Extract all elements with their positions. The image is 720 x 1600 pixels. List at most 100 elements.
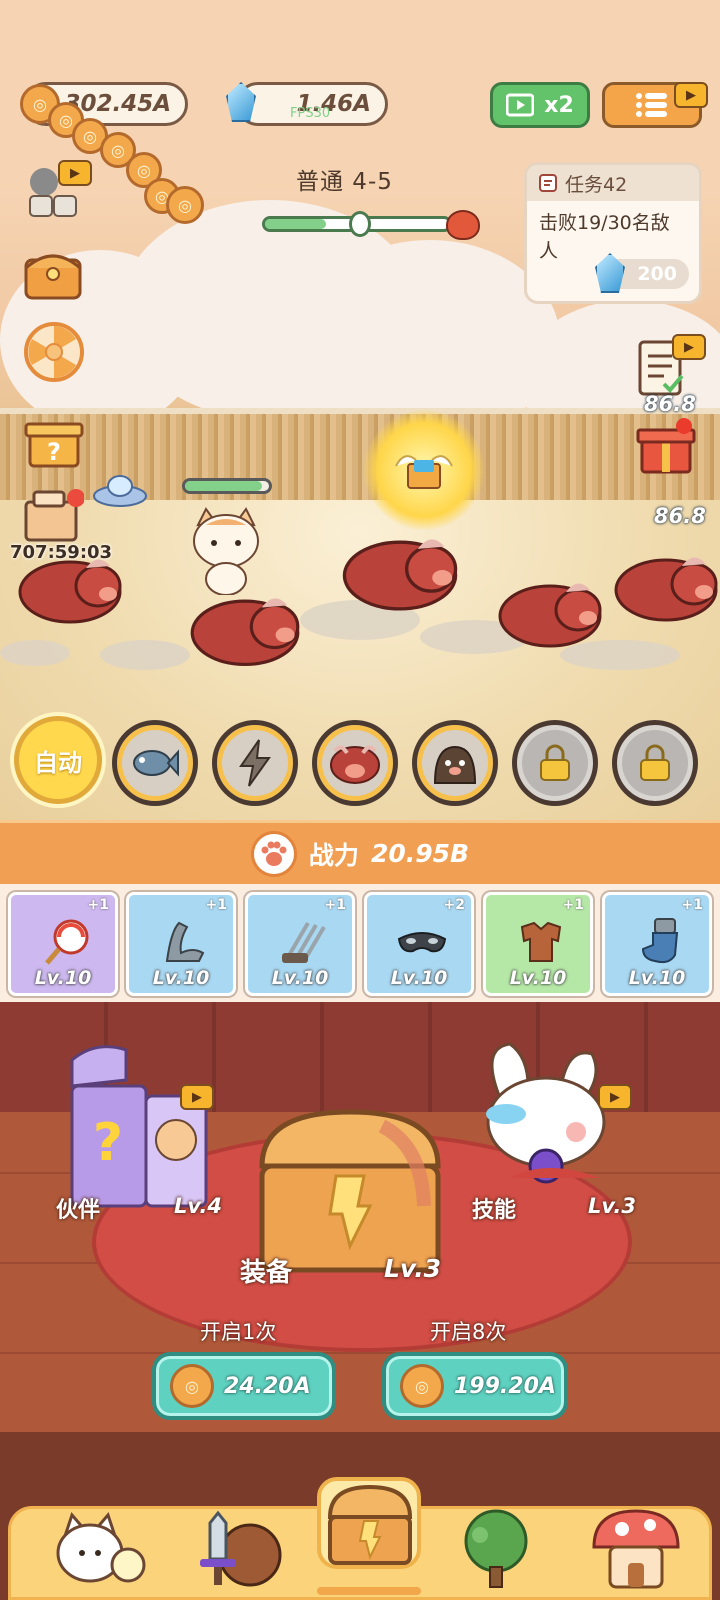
equipment-slot-boomerang[interactable]: +1 Lv.10: [126, 892, 236, 996]
stage-progress-fill: [265, 219, 326, 229]
box-reward-button[interactable]: [22, 488, 85, 548]
armor-icon: [520, 921, 562, 962]
damage-number: 86.8: [654, 504, 706, 528]
nav-tab-battle[interactable]: [181, 1499, 291, 1599]
equipment-plus: +2: [443, 897, 465, 913]
mask-icon: [397, 932, 447, 953]
skill-slot-lightning[interactable]: [212, 720, 298, 806]
skill-slot-mole[interactable]: [412, 720, 498, 806]
boar-summon-icon: [330, 745, 380, 784]
scroll-icon: [539, 174, 557, 192]
gift-box-icon: [636, 418, 696, 474]
task-panel[interactable]: 任务42 击败19/30名敌人 200: [524, 162, 702, 304]
dust-cloud: [0, 640, 70, 666]
open-eight-cost: 199.20A: [454, 1373, 556, 1399]
ad-play-icon: ▶: [598, 1084, 632, 1110]
equipment-plus: +1: [324, 897, 346, 913]
task-header: 任务42: [527, 165, 699, 201]
ufo-icon[interactable]: [92, 472, 148, 508]
gold-coin-icon: ◎: [400, 1364, 444, 1408]
skill-slot-locked[interactable]: [512, 720, 598, 806]
skill-slot-fish[interactable]: [112, 720, 198, 806]
glove-icon: [641, 918, 679, 964]
damage-number: 86.8: [644, 392, 696, 416]
mushroom-house-icon: [592, 1509, 680, 1589]
equipment-plus: +1: [681, 897, 703, 913]
bottom-nav: [0, 1477, 720, 1600]
list-icon: [636, 93, 667, 117]
sword-shield-icon: [200, 1510, 282, 1587]
svg-text:?: ?: [47, 438, 61, 466]
ad-play-icon: ▶: [672, 334, 706, 360]
auto-skill-button[interactable]: 自动: [14, 716, 102, 804]
task-title: 任务42: [565, 173, 628, 196]
hero-health-fill: [185, 481, 263, 491]
equipment-strip: +1 Lv.10 +1 Lv.10 +1 Lv.10 +2 Lv.10 +1 L…: [0, 884, 720, 1002]
nav-tab-tree[interactable]: [441, 1499, 551, 1599]
equipment-level-label: Lv.3: [384, 1254, 442, 1283]
wheel-button[interactable]: [24, 322, 84, 382]
equipment-treasure-chest[interactable]: [252, 1106, 448, 1276]
partner-level: Lv.4: [174, 1194, 222, 1218]
open-once-button[interactable]: ◎ 24.20A: [152, 1352, 336, 1420]
boss-icon: [446, 210, 480, 240]
lock-icon: [640, 744, 670, 781]
nav-active-underline: [317, 1587, 421, 1595]
treasure-chest-shortcut-button[interactable]: [22, 242, 82, 302]
stage-progress-bar: [262, 211, 452, 237]
equipment-level: Lv.10: [509, 967, 567, 989]
gift-button[interactable]: [636, 416, 696, 476]
equipment-slot-armor[interactable]: +1 Lv.10: [483, 892, 593, 996]
ad-play-icon: ▶: [180, 1084, 214, 1110]
enemy-boar: [342, 539, 458, 611]
equipment-plus: +1: [562, 897, 584, 913]
open-eight-button[interactable]: ◎ 199.20A: [382, 1352, 568, 1420]
claw-icon: [282, 921, 326, 963]
enemy-boar: [190, 598, 300, 667]
hero-health-bar: [182, 478, 272, 494]
flying-chest-reward[interactable]: [364, 410, 484, 530]
skill-bunny[interactable]: [470, 1038, 620, 1188]
cardboard-box-icon: [24, 489, 85, 542]
combat-power-label: 战力: [308, 840, 359, 870]
lightning-icon: [239, 739, 271, 787]
speed-x2-button[interactable]: x2: [490, 82, 590, 128]
speed-label: x2: [544, 92, 574, 118]
cat-partners-icon: [56, 1512, 146, 1583]
lucky-wheel-icon: [24, 322, 84, 382]
open-eight-label: 开启8次: [430, 1320, 507, 1344]
equipment-slot-lollipop-wand[interactable]: +1 Lv.10: [8, 892, 118, 996]
floor-line: [0, 1352, 720, 1354]
nav-tab-chest[interactable]: [315, 1475, 425, 1575]
equipment-level: Lv.10: [34, 967, 92, 989]
skill-slot-boar[interactable]: [312, 720, 398, 806]
nav-tab-home[interactable]: [581, 1499, 691, 1599]
nav-tab-partners[interactable]: [45, 1499, 155, 1599]
dust-cloud: [100, 640, 190, 670]
stage-title: 普通 4-5: [296, 169, 393, 195]
treasure-chest-icon: [327, 1484, 413, 1565]
skill-level: Lv.3: [588, 1194, 636, 1218]
boomerang-icon: [165, 921, 205, 962]
tree-icon: [464, 1509, 528, 1588]
combat-power-value: 20.95B: [370, 839, 470, 868]
open-once-label: 开启1次: [200, 1320, 277, 1344]
treasure-chest-icon: [24, 254, 82, 300]
equipment-level: Lv.10: [271, 967, 329, 989]
equipment-slot-claw[interactable]: +1 Lv.10: [245, 892, 355, 996]
equipment-slot-mask[interactable]: +2 Lv.10: [364, 892, 474, 996]
equipment-slot-glove[interactable]: +1 Lv.10: [602, 892, 712, 996]
equipment-level: Lv.10: [390, 967, 448, 989]
skill-slot-locked[interactable]: [612, 720, 698, 806]
equipment-plus: +1: [87, 897, 109, 913]
enemy-boar: [18, 559, 122, 624]
svg-text:?: ?: [93, 1113, 123, 1173]
fps-readout: FPS30: [290, 106, 331, 121]
bottom-nav-bar: [8, 1477, 712, 1600]
mole-icon: [433, 745, 477, 784]
fish-icon: [133, 749, 179, 777]
task-reward-value: 200: [637, 263, 677, 285]
equipment-level: Lv.10: [628, 967, 686, 989]
mystery-gift-button[interactable]: ?: [24, 410, 84, 470]
enemy-boar: [614, 557, 718, 622]
